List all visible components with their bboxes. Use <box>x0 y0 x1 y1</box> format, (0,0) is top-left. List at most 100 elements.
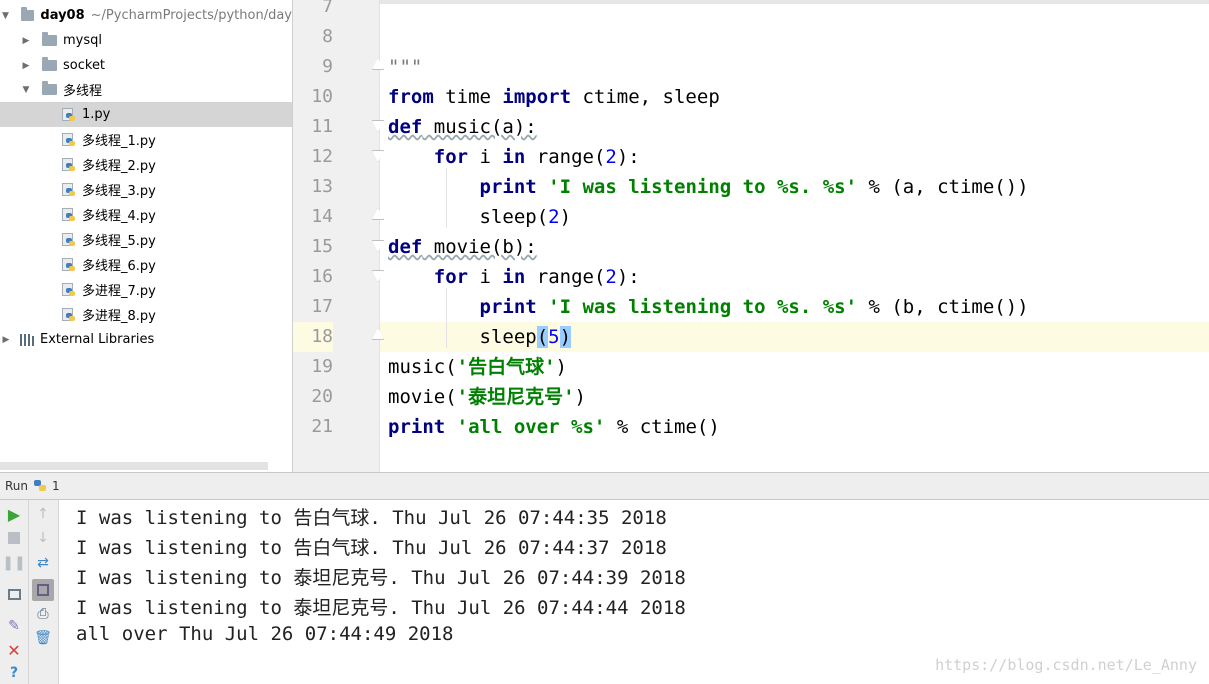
code-text: ) <box>559 206 572 228</box>
tree-item-label: 多线程_3.py <box>82 184 156 199</box>
code-text: % ctime() <box>605 416 720 438</box>
tree-item-label: 多线程_1.py <box>82 134 156 149</box>
matched-brace: ) <box>559 326 572 348</box>
line-number: 10 <box>311 86 333 107</box>
code-text: range( <box>525 146 606 168</box>
pause-icon[interactable]: ❚❚ <box>2 553 25 573</box>
code-text: ) <box>555 356 567 378</box>
soft-wrap-icon[interactable]: ⇄ <box>33 553 53 573</box>
keyword: in <box>502 266 526 288</box>
project-root-path: ~/PycharmProjects/python/day <box>90 8 292 23</box>
project-root-name: day08 <box>40 8 85 23</box>
scroll-to-end-icon[interactable] <box>32 579 54 601</box>
line-number: 15 <box>311 236 333 257</box>
console-output-line: all over Thu Jul 26 07:44:49 2018 <box>76 623 454 645</box>
chevron-right-icon[interactable]: ▶ <box>20 61 32 71</box>
tree-item-label: 多线程_4.py <box>82 209 156 224</box>
code-text: ) <box>574 386 586 408</box>
tree-item-multithread-folder[interactable]: ▼ 多线程 <box>0 77 292 102</box>
tree-item-file[interactable]: 多进程_8.py <box>0 302 292 327</box>
python-file-icon <box>62 157 76 172</box>
python-file-icon <box>62 307 76 322</box>
python-file-icon <box>62 182 76 197</box>
run-label: Run <box>5 479 29 493</box>
pin-icon[interactable]: ✎ <box>4 616 24 636</box>
tree-item-external-libraries[interactable]: ▶ External Libraries <box>0 327 292 352</box>
rerun-icon[interactable]: ▶ <box>4 504 24 524</box>
run-toolbar-left: ▶ ❚❚ ✎ ✕ ? <box>0 500 29 684</box>
tree-item-file[interactable]: 多线程_2.py <box>0 152 292 177</box>
up-arrow-icon[interactable]: ↑ <box>33 504 53 524</box>
tree-item-label: 多线程_5.py <box>82 234 156 249</box>
tree-item-1-py[interactable]: 1.py <box>0 102 292 127</box>
code-text: i <box>468 266 503 288</box>
code-text: range( <box>525 266 606 288</box>
folder-icon <box>42 81 57 95</box>
folder-icon <box>42 32 57 46</box>
line-number: 9 <box>322 56 333 77</box>
line-number: 14 <box>311 206 333 227</box>
line-number: 12 <box>311 146 333 167</box>
line-number: 18 <box>293 322 333 352</box>
tree-item-file[interactable]: 多线程_3.py <box>0 177 292 202</box>
close-icon[interactable]: ✕ <box>4 640 24 660</box>
python-file-icon <box>62 257 76 272</box>
code-text: ctime, sleep <box>571 86 720 108</box>
watermark: https://blog.csdn.net/Le_Anny <box>935 656 1197 674</box>
folder-icon <box>20 7 35 21</box>
project-tool-window: ▼ day08 ~/PycharmProjects/python/day ▶ m… <box>0 0 293 472</box>
editor-tabs-strip <box>293 0 1209 4</box>
run-config-name[interactable]: 1 <box>52 479 60 493</box>
code-line-16: for i in range(2): <box>388 262 640 292</box>
tree-item-label: 多进程_8.py <box>82 309 156 324</box>
horizontal-scrollbar[interactable] <box>0 462 268 470</box>
tree-item-file[interactable]: 多线程_4.py <box>0 202 292 227</box>
code-editor[interactable]: 7 8 9 10 11 12 13 14 15 16 17 18 19 20 2… <box>293 0 1209 472</box>
help-icon[interactable]: ? <box>4 663 24 683</box>
code-line-13: print 'I was listening to %s. %s' % (a, … <box>388 172 1029 202</box>
keyword: import <box>502 86 572 108</box>
keyword: def <box>388 236 423 258</box>
python-file-icon <box>62 232 76 247</box>
tree-item-file[interactable]: 多线程_1.py <box>0 127 292 152</box>
code-text: % (b, ctime()) <box>857 296 1029 318</box>
number-literal: 2 <box>548 206 560 228</box>
tree-root-day08[interactable]: ▼ day08 ~/PycharmProjects/python/day <box>0 3 292 28</box>
code-line-15: def movie(b): <box>388 232 537 262</box>
tree-item-socket[interactable]: ▶ socket <box>0 53 292 78</box>
line-number: 8 <box>322 26 333 47</box>
tree-item-label: 1.py <box>82 107 111 122</box>
line-number: 13 <box>311 176 333 197</box>
tree-item-label: 多线程_6.py <box>82 259 156 274</box>
tree-item-label: 多进程_7.py <box>82 284 156 299</box>
chevron-down-icon[interactable]: ▼ <box>20 85 32 95</box>
code-text: ): <box>616 146 640 168</box>
string-literal: 'I was listening to %s. %s' <box>548 176 858 198</box>
print-icon[interactable]: ⎙ <box>33 604 53 624</box>
keyword: print <box>479 296 537 318</box>
string-literal: 'I was listening to %s. %s' <box>548 296 858 318</box>
tree-item-file[interactable]: 多进程_7.py <box>0 277 292 302</box>
keyword: for <box>433 266 469 288</box>
down-arrow-icon[interactable]: ↓ <box>33 528 53 548</box>
chevron-right-icon[interactable]: ▶ <box>0 335 12 345</box>
tree-item-label: External Libraries <box>40 332 155 347</box>
libraries-icon <box>20 333 36 346</box>
chevron-right-icon[interactable]: ▶ <box>20 36 32 46</box>
code-text: movie(b): <box>422 236 537 258</box>
run-toolbar-right: ↑ ↓ ⇄ ⎙ 🗑 <box>29 500 59 684</box>
code-line-14: sleep(2) <box>388 202 572 232</box>
tree-item-file[interactable]: 多线程_6.py <box>0 252 292 277</box>
code-text: % (a, ctime()) <box>857 176 1029 198</box>
code-text: music( <box>388 356 457 378</box>
layout-icon[interactable] <box>4 584 24 604</box>
tree-item-file[interactable]: 多线程_5.py <box>0 227 292 252</box>
trash-icon[interactable]: 🗑 <box>33 628 53 648</box>
chevron-down-icon[interactable]: ▼ <box>0 11 11 21</box>
matched-brace: ( <box>536 326 549 348</box>
stop-icon[interactable] <box>4 528 24 548</box>
python-run-config-icon <box>34 480 47 492</box>
console-output-line: I was listening to 泰坦尼克号. Thu Jul 26 07:… <box>76 597 686 619</box>
tree-item-mysql[interactable]: ▶ mysql <box>0 28 292 53</box>
code-line-21: print 'all over %s' % ctime() <box>388 412 720 442</box>
